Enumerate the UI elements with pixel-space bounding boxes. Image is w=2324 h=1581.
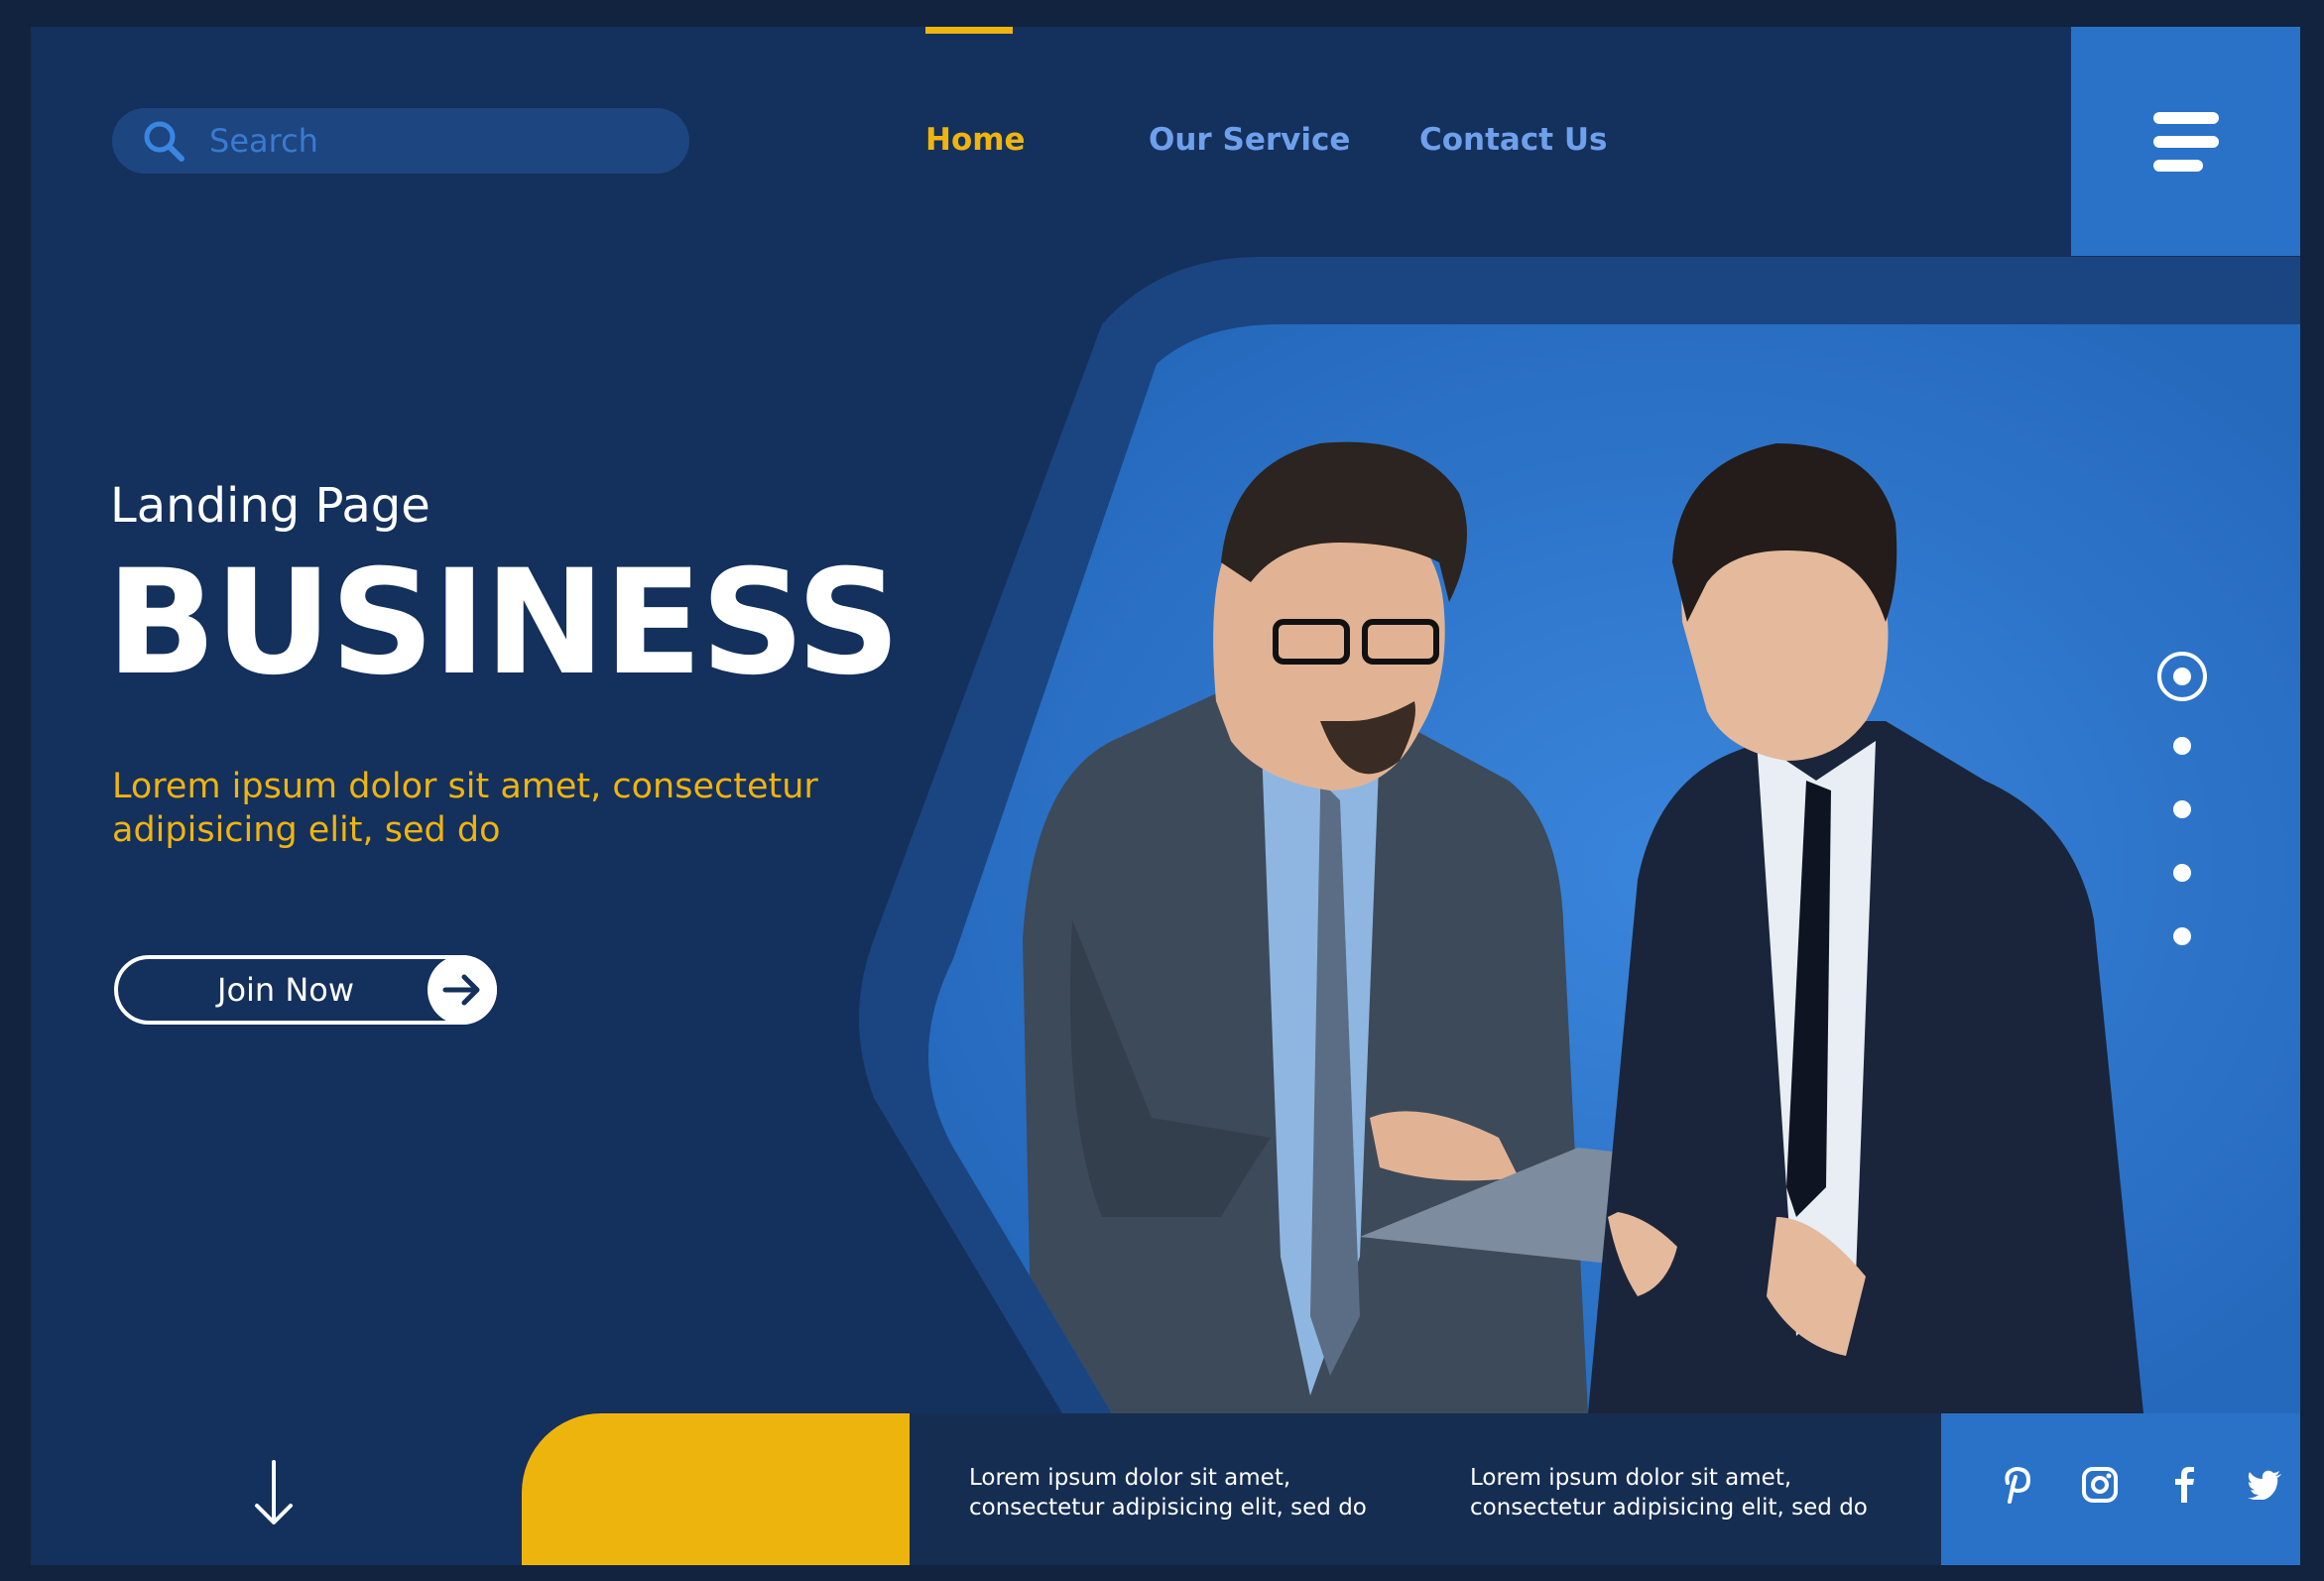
instagram-icon[interactable] [2078, 1463, 2122, 1507]
hero-lead: Lorem ipsum dolor sit amet, consectetur … [112, 767, 818, 850]
arrow-down-icon[interactable] [249, 1458, 299, 1527]
facebook-icon[interactable] [2161, 1463, 2205, 1507]
social-links [1941, 1413, 2300, 1565]
slider-dot[interactable] [2173, 800, 2191, 818]
search-bar[interactable] [112, 108, 689, 174]
nav-contact-us[interactable]: Contact Us [1419, 122, 1607, 158]
twitter-icon[interactable] [2243, 1463, 2286, 1507]
nav-active-indicator [925, 27, 1013, 34]
join-now-label: Join Now [217, 971, 355, 1009]
nav-home[interactable]: Home [925, 122, 1026, 158]
hamburger-menu-icon [2152, 111, 2219, 124]
hero-subtitle: Landing Page [110, 478, 430, 534]
search-input[interactable] [209, 122, 626, 160]
arrow-right-icon [428, 955, 497, 1025]
slider-dot-active[interactable] [2157, 652, 2207, 701]
slider-dot[interactable] [2173, 737, 2191, 755]
pinterest-icon[interactable] [1995, 1463, 2038, 1507]
nav-our-service[interactable]: Our Service [1149, 122, 1350, 158]
slider-dot[interactable] [2173, 864, 2191, 882]
hero-title: BUSINESS [106, 539, 901, 707]
hamburger-menu-button[interactable] [2071, 27, 2300, 256]
slider-dot[interactable] [2173, 927, 2191, 945]
slider-pagination [2157, 652, 2207, 979]
search-icon [144, 121, 184, 162]
footer-accent-tab [522, 1413, 910, 1565]
landing-page: Home Our Service Contact Us Landing Page… [31, 27, 2300, 1565]
footer-info-2: Lorem ipsum dolor sit amet, consectetur … [1470, 1465, 1868, 1520]
footer-info-1: Lorem ipsum dolor sit amet, consectetur … [969, 1465, 1367, 1520]
footer-bar: Lorem ipsum dolor sit amet, consectetur … [31, 1413, 2300, 1565]
join-now-button[interactable]: Join Now [114, 955, 497, 1025]
